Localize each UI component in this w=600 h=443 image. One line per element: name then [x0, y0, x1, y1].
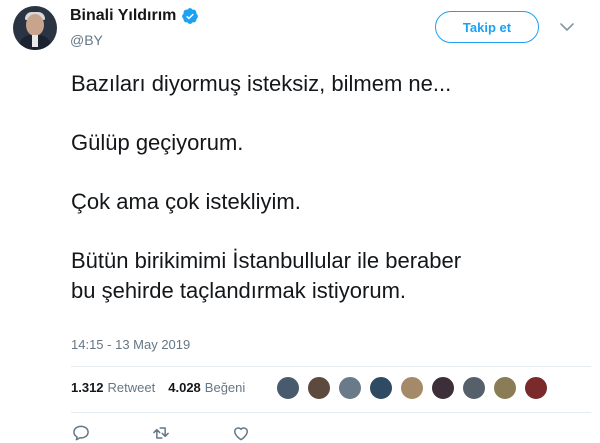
author-name-row[interactable]: Binali Yıldırım	[70, 7, 199, 25]
tweet-actions	[71, 423, 311, 443]
follow-button[interactable]: Takip et	[435, 11, 539, 43]
liker-avatar[interactable]	[524, 376, 548, 400]
tweet-timestamp[interactable]: 14:15 - 13 May 2019	[71, 337, 190, 352]
liker-avatar[interactable]	[338, 376, 362, 400]
verified-badge-icon	[182, 8, 199, 24]
liker-avatar[interactable]	[462, 376, 486, 400]
avatar-shirt	[32, 35, 38, 47]
liker-avatar[interactable]	[369, 376, 393, 400]
liker-avatar[interactable]	[276, 376, 300, 400]
tweet-line: Bazıları diyormuş isteksiz, bilmem ne...	[71, 71, 452, 96]
like-heart-icon[interactable]	[231, 423, 251, 443]
avatar[interactable]	[13, 6, 57, 50]
tweet-text: Bazıları diyormuş isteksiz, bilmem ne...…	[71, 69, 591, 306]
tweet-line: Bütün birikimimi İstanbullular ile berab…	[71, 248, 462, 273]
retweet-icon[interactable]	[151, 423, 171, 443]
avatar-face	[26, 14, 44, 36]
liker-avatar[interactable]	[431, 376, 455, 400]
divider	[71, 366, 591, 367]
liker-avatar[interactable]	[307, 376, 331, 400]
liker-avatar[interactable]	[493, 376, 517, 400]
retweet-label[interactable]: Retweet	[108, 380, 156, 395]
tweet-line: bu şehirde taçlandırmak istiyorum.	[71, 278, 407, 303]
tweet-line: Gülüp geçiyorum.	[71, 130, 244, 155]
retweet-count[interactable]: 1.312	[71, 380, 104, 395]
chevron-down-icon[interactable]	[558, 18, 576, 36]
tweet-line: Çok ama çok istekliyim.	[71, 189, 301, 214]
divider	[71, 412, 591, 413]
author-name[interactable]: Binali Yıldırım	[70, 7, 176, 25]
like-count[interactable]: 4.028	[168, 380, 201, 395]
liker-avatar[interactable]	[400, 376, 424, 400]
likers-avatars	[276, 376, 555, 400]
reply-icon[interactable]	[71, 423, 91, 443]
author-handle[interactable]: @BY	[70, 32, 103, 48]
tweet-stats: 1.312 Retweet 4.028 Beğeni	[71, 380, 245, 395]
like-label[interactable]: Beğeni	[205, 380, 245, 395]
